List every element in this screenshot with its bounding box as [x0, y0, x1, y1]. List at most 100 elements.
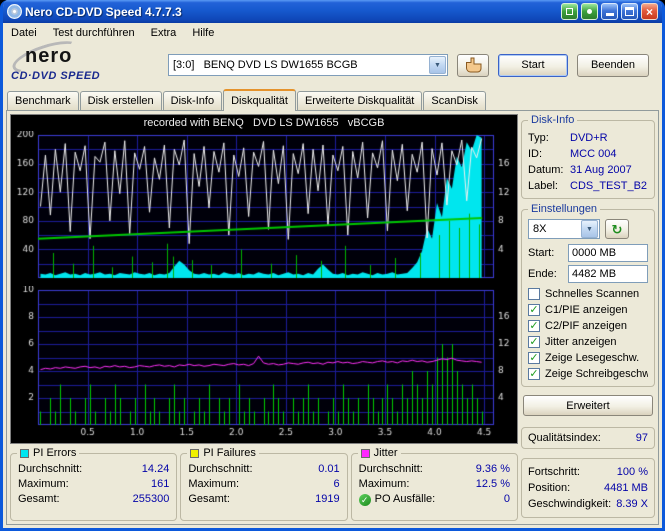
jitter-legend-icon: [360, 448, 370, 458]
disk-label-label: Label:: [528, 180, 558, 192]
stat-label: Maximum:: [358, 478, 410, 490]
stat-label: Durchschnitt:: [188, 463, 253, 475]
stats-row: PI Errors Durchschnitt: 14.24 Maximum: 161…: [10, 447, 518, 521]
po-failures-label: PO Ausfälle:: [374, 493, 436, 505]
checkbox-c2-pif-anzeigen[interactable]: ✓: [528, 320, 540, 332]
start-button[interactable]: Start: [498, 53, 568, 77]
minimize-button[interactable]: [601, 3, 618, 20]
pi-failures-jitter-chart: [12, 286, 516, 440]
check-icon: ✓: [529, 304, 539, 316]
stat-value: 6: [333, 478, 340, 490]
titlebar-extra-button-2[interactable]: [581, 3, 598, 20]
check-icon: ✓: [529, 352, 539, 364]
hand-icon: [466, 57, 482, 73]
pi-errors-chart: [12, 131, 516, 283]
check-icon: ✓: [529, 336, 539, 348]
eject-button[interactable]: [457, 53, 489, 77]
close-icon: ×: [645, 4, 653, 19]
position-label: Position:: [528, 482, 571, 494]
progress-label: Fortschritt:: [528, 466, 580, 478]
menu-test-durchfuehren[interactable]: Test durchführen: [45, 25, 143, 41]
chevron-down-icon[interactable]: ▼: [581, 220, 598, 238]
chart-column: recorded with BENQ DVD LS DW1655 vBCGB P…: [10, 114, 518, 521]
quit-button[interactable]: Beenden: [577, 53, 649, 77]
stat-value: 161: [150, 478, 170, 490]
menu-extra[interactable]: Extra: [143, 25, 185, 41]
tab-disk-info[interactable]: Disk-Info: [162, 91, 223, 110]
start-position-input[interactable]: [568, 244, 648, 262]
stat-label: Maximum:: [188, 478, 240, 490]
stat-label: Gesamt:: [18, 493, 60, 505]
jitter-stats-title: Jitter: [373, 447, 398, 459]
end-position-input[interactable]: [568, 265, 648, 283]
sidebar: Disk-Info Typ: DVD+R ID: MCC 004 Datum: 31 …: [521, 114, 655, 521]
stat-value: 14.24: [141, 463, 170, 475]
logo-subtext: CD·DVD SPEED: [11, 70, 101, 82]
maximize-icon: [625, 7, 634, 16]
titlebar-extra-button-1[interactable]: [561, 3, 578, 20]
app-disc-icon[interactable]: [7, 4, 22, 19]
scan-speed-select[interactable]: 8X ▼: [528, 219, 600, 239]
tab-benchmark[interactable]: Benchmark: [7, 91, 79, 110]
menu-datei[interactable]: Datei: [3, 25, 45, 41]
settings-group: Einstellungen 8X ▼ ↻ Start: Ende: ✓Schne: [521, 203, 655, 387]
close-button[interactable]: ×: [641, 3, 658, 20]
end-position-label: Ende:: [528, 268, 557, 280]
chart-panel: recorded with BENQ DVD LS DW1655 vBCGB: [10, 114, 518, 444]
logo-text: nero: [25, 45, 73, 67]
stat-label: Maximum:: [18, 478, 69, 490]
speed-label: Geschwindigkeit:: [528, 498, 612, 510]
tab-erweiterte-diskqualitaet[interactable]: Erweiterte Diskqualität: [296, 91, 423, 110]
checkbox-schnelles-scannen[interactable]: ✓: [528, 288, 540, 300]
pi-errors-stats: PI Errors Durchschnitt: 14.24 Maximum: 161…: [10, 447, 178, 521]
disk-info-group: Disk-Info Typ: DVD+R ID: MCC 004 Datum: 31 …: [521, 114, 655, 199]
stat-value: 12.5 %: [475, 478, 510, 490]
window-title: Nero CD-DVD Speed 4.7.7.3: [25, 4, 182, 19]
app-window: Nero CD-DVD Speed 4.7.7.3 × Datei Test d…: [0, 0, 665, 531]
refresh-button[interactable]: ↻: [605, 219, 629, 239]
square-icon: [566, 8, 573, 15]
stat-value: 0.01: [318, 463, 340, 475]
stat-value: 1919: [315, 493, 340, 505]
po-failures-value: 0: [503, 493, 510, 505]
speed-value: 8.39 X: [616, 498, 648, 510]
tab-scandisk[interactable]: ScanDisk: [423, 91, 486, 110]
ok-check-icon: ✓: [358, 493, 371, 506]
tab-diskqualitaet[interactable]: Diskqualität: [223, 89, 296, 111]
menu-hilfe[interactable]: Hilfe: [184, 25, 222, 41]
drive-select-value: [3:0] BENQ DVD LS DW1655 BCGB: [173, 59, 358, 71]
disk-date-value: 31 Aug 2007: [570, 164, 632, 176]
minimize-icon: [605, 13, 614, 16]
toolbar: nero CD·DVD SPEED [3:0] BENQ DVD LS DW16…: [3, 34, 662, 88]
menubar: Datei Test durchführen Extra Hilfe: [3, 23, 662, 42]
stat-label: Durchschnitt:: [18, 463, 83, 475]
checkbox-zeige-schreibgeschw[interactable]: ✓: [528, 368, 540, 380]
quality-index-label: Qualitätsindex:: [528, 432, 601, 444]
advanced-button[interactable]: Erweitert: [523, 395, 653, 416]
disk-info-title: Disk-Info: [528, 114, 578, 126]
checkbox-zeige-lesegeschw[interactable]: ✓: [528, 352, 540, 364]
disk-type-label: Typ:: [528, 132, 549, 144]
checkbox-c1-pie-anzeigen[interactable]: ✓: [528, 304, 540, 316]
titlebar: Nero CD-DVD Speed 4.7.7.3 ×: [3, 0, 662, 23]
checkbox-jitter-anzeigen[interactable]: ✓: [528, 336, 540, 348]
disk-id-value: MCC 004: [570, 148, 617, 160]
nero-logo: nero CD·DVD SPEED: [9, 34, 159, 86]
stat-value: 255300: [132, 493, 170, 505]
drive-select[interactable]: [3:0] BENQ DVD LS DW1655 BCGB ▼: [168, 54, 448, 76]
check-icon: ✓: [529, 320, 539, 332]
disk-label-value: CDS_TEST_B2: [570, 180, 648, 192]
stat-value: 9.36 %: [475, 463, 510, 475]
tab-disk-erstellen[interactable]: Disk erstellen: [79, 91, 162, 110]
chevron-down-icon[interactable]: ▼: [429, 56, 446, 74]
refresh-icon: ↻: [611, 221, 623, 237]
check-icon: ✓: [529, 368, 539, 380]
pi-failures-stats-title: PI Failures: [203, 447, 256, 459]
pi-errors-legend-icon: [20, 448, 29, 458]
tabstrip: Benchmark Disk erstellen Disk-Info Diskq…: [3, 88, 662, 111]
stat-label: Durchschnitt:: [358, 463, 423, 475]
scan-speed-value: 8X: [533, 223, 547, 235]
disk-date-label: Datum:: [528, 164, 564, 176]
maximize-button[interactable]: [621, 3, 638, 20]
disk-id-label: ID:: [528, 148, 543, 160]
